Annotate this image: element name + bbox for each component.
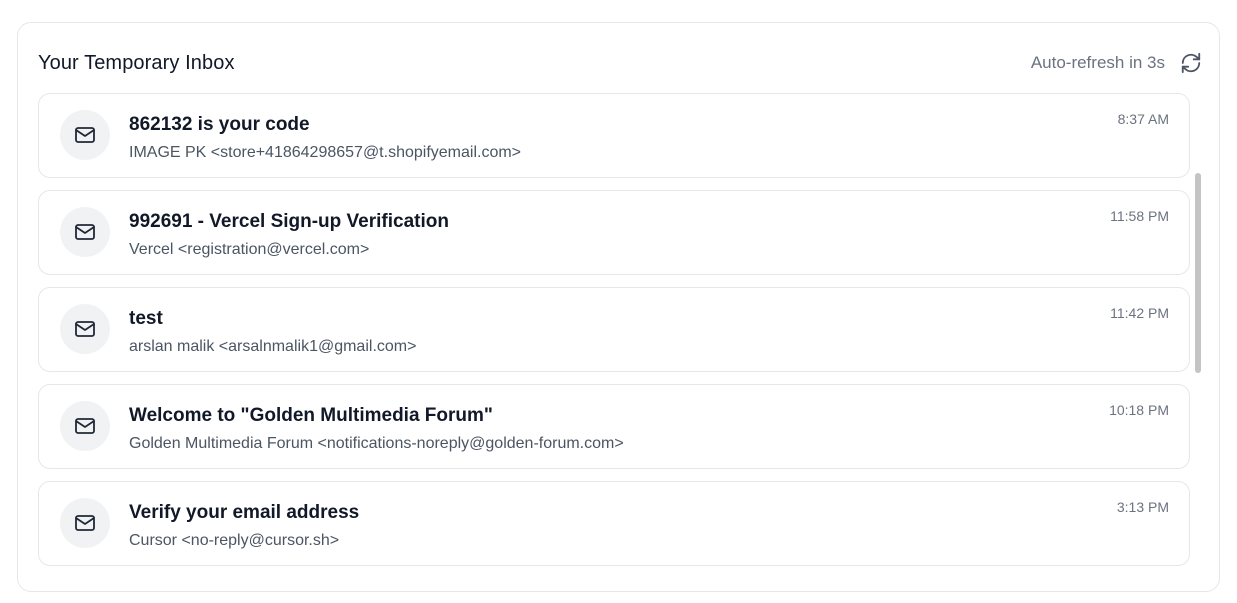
inbox-title: Your Temporary Inbox	[38, 51, 235, 74]
email-list-item[interactable]: Verify your email address Cursor <no-rep…	[38, 481, 1190, 566]
auto-refresh-area: Auto-refresh in 3s	[1031, 51, 1203, 75]
inbox-card: Your Temporary Inbox Auto-refresh in 3s	[17, 22, 1220, 592]
email-avatar	[60, 304, 110, 354]
refresh-button[interactable]	[1179, 51, 1203, 75]
mail-icon	[75, 515, 95, 531]
email-time: 11:42 PM	[1110, 305, 1169, 321]
email-list-item[interactable]: 992691 - Vercel Sign-up Verification Ver…	[38, 190, 1190, 275]
email-sender: Cursor <no-reply@cursor.sh>	[129, 532, 340, 549]
email-list-item[interactable]: Welcome to "Golden Multimedia Forum" Gol…	[38, 384, 1190, 469]
mail-icon	[75, 224, 95, 240]
email-subject: Verify your email address	[129, 502, 360, 523]
email-subject: 862132 is your code	[129, 114, 310, 135]
mail-icon	[75, 127, 95, 143]
mail-icon	[75, 418, 95, 434]
email-time: 3:13 PM	[1116, 499, 1169, 515]
email-avatar	[60, 498, 110, 548]
email-list[interactable]: 862132 is your code IMAGE PK <store+4186…	[38, 93, 1190, 573]
email-sender: Golden Multimedia Forum <notifications-n…	[129, 435, 624, 452]
email-sender: IMAGE PK <store+41864298657@t.shopifyema…	[129, 144, 522, 161]
email-list-item[interactable]: test arslan malik <arsalnmalik1@gmail.co…	[38, 287, 1190, 372]
email-time: 11:58 PM	[1110, 208, 1169, 224]
email-subject: 992691 - Vercel Sign-up Verification	[129, 211, 449, 232]
auto-refresh-countdown: Auto-refresh in 3s	[1030, 53, 1165, 72]
email-avatar	[60, 401, 110, 451]
email-list-scrollbar[interactable]	[1195, 173, 1201, 373]
refresh-icon	[1181, 52, 1201, 74]
email-subject: Welcome to "Golden Multimedia Forum"	[129, 405, 493, 426]
inbox-header: Your Temporary Inbox Auto-refresh in 3s	[38, 49, 1203, 77]
mail-icon	[75, 321, 95, 337]
email-sender: arslan malik <arsalnmalik1@gmail.com>	[129, 338, 417, 355]
email-avatar	[60, 207, 110, 257]
email-sender: Vercel <registration@vercel.com>	[129, 241, 370, 258]
email-time: 8:37 AM	[1117, 111, 1169, 127]
email-list-item[interactable]: 862132 is your code IMAGE PK <store+4186…	[38, 93, 1190, 178]
email-avatar	[60, 110, 110, 160]
email-subject: test	[129, 308, 163, 329]
email-time: 10:18 PM	[1109, 402, 1169, 418]
